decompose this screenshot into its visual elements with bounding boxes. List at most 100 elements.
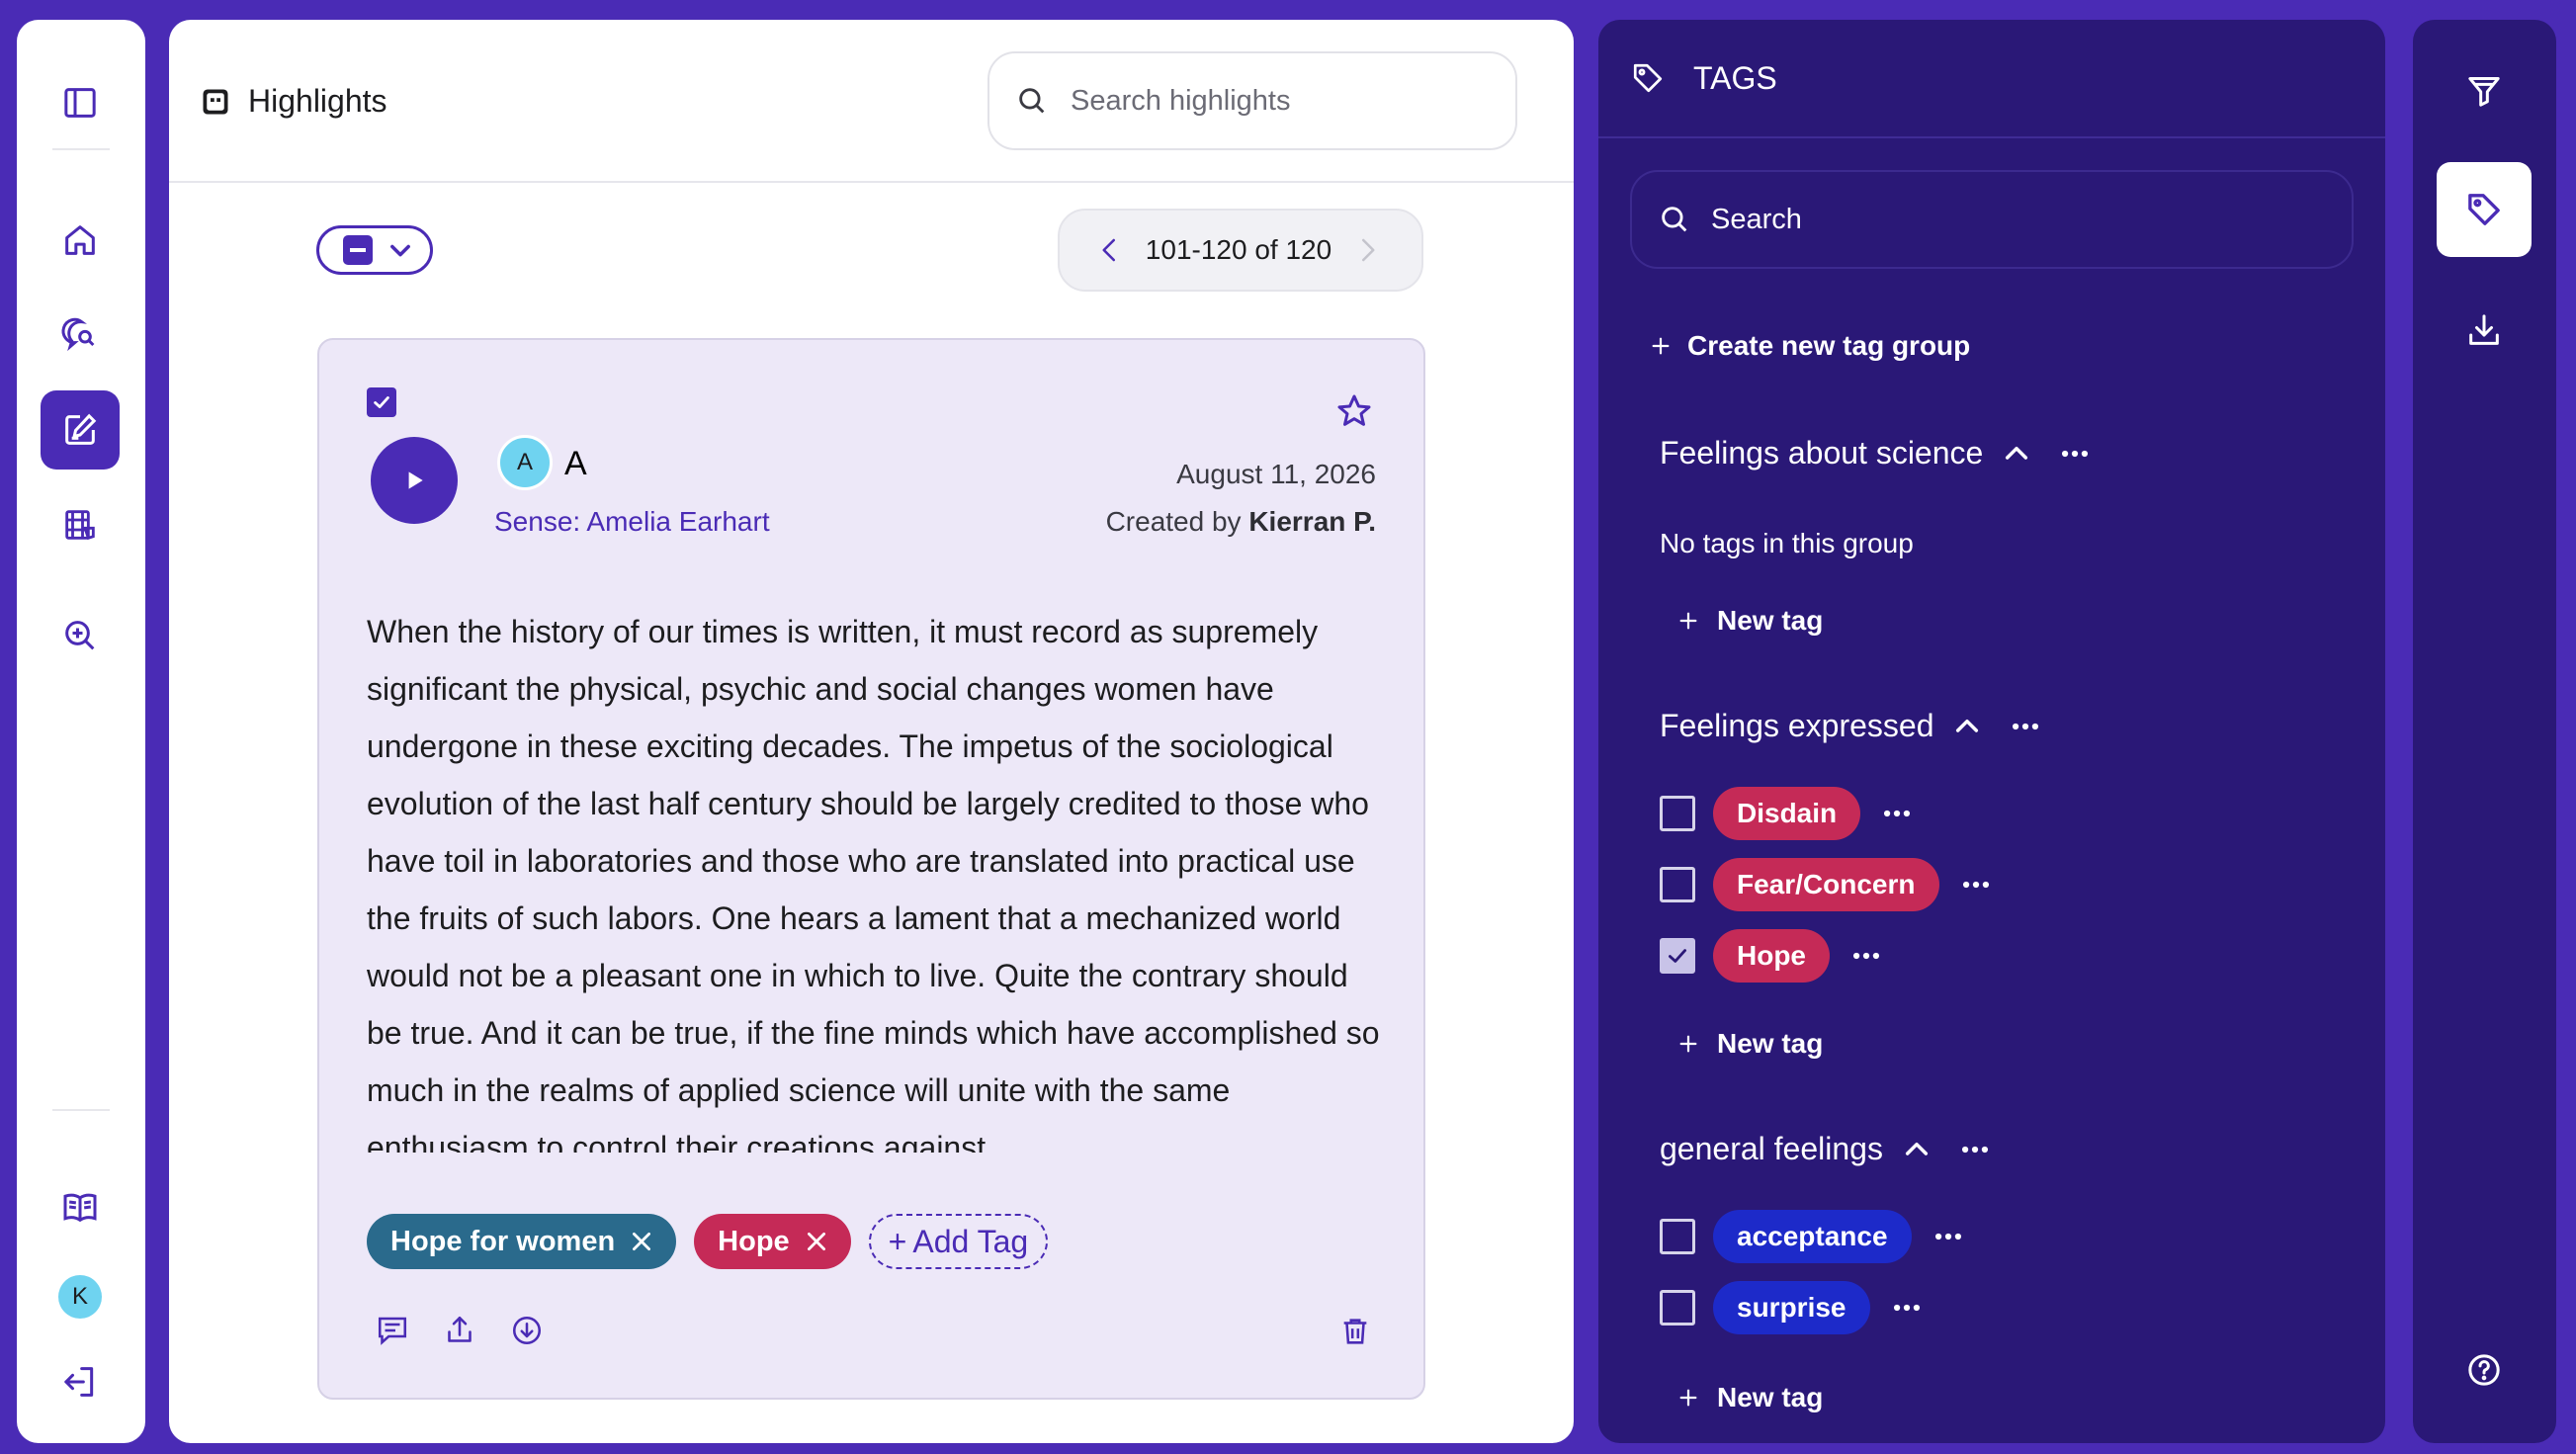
tag-chip[interactable]: Hope — [694, 1214, 851, 1269]
tag-checkbox[interactable] — [1660, 796, 1695, 831]
search-highlights-input[interactable] — [1071, 84, 1486, 118]
bulk-select-dropdown[interactable] — [316, 225, 433, 275]
add-tag-button[interactable]: + Add Tag — [868, 1214, 1049, 1269]
more-icon[interactable] — [1932, 1220, 1965, 1253]
tag-row: acceptance — [1660, 1210, 1965, 1263]
highlights-icon — [203, 89, 228, 114]
more-icon[interactable] — [1880, 797, 1914, 830]
tag-checkbox[interactable] — [1660, 1219, 1695, 1254]
tag-row: Fear/Concern — [1660, 858, 1993, 911]
chevron-down-icon — [390, 244, 410, 257]
tag-checkbox[interactable] — [1660, 1290, 1695, 1326]
tag-group-header[interactable]: Feelings about science — [1660, 435, 2092, 471]
tag-chip[interactable]: Hope for women — [367, 1214, 677, 1269]
page-title-text: Highlights — [248, 83, 387, 119]
sense-link[interactable]: Sense: Amelia Earhart — [494, 506, 770, 538]
highlight-checkbox[interactable] — [367, 387, 396, 417]
pagination-label: 101-120 of 120 — [1145, 234, 1332, 265]
more-icon[interactable] — [2009, 710, 2042, 743]
logout-icon — [64, 1367, 94, 1397]
add-tag-label: Add Tag — [912, 1223, 1029, 1259]
highlights-edit-icon — [65, 413, 97, 445]
more-icon[interactable] — [1849, 939, 1883, 973]
nav-divider — [52, 148, 110, 150]
chat-search-icon — [61, 317, 95, 352]
play-button[interactable] — [371, 437, 458, 524]
highlight-card: A A Sense: Amelia Earhart August 11, 202… — [317, 338, 1425, 1400]
search-highlights[interactable] — [987, 51, 1517, 150]
tags-search[interactable] — [1630, 170, 2354, 269]
create-tag-group-button[interactable]: Create new tag group — [1650, 330, 1970, 362]
tag-checkbox-checked[interactable] — [1660, 938, 1695, 974]
user-avatar[interactable]: K — [58, 1275, 102, 1319]
help-button[interactable] — [2437, 1323, 2532, 1417]
more-icon[interactable] — [1890, 1291, 1924, 1325]
tag-pill[interactable]: Fear/Concern — [1713, 858, 1939, 911]
created-by-prefix: Created by — [1105, 506, 1242, 537]
tag-group-header[interactable]: Feelings expressed — [1660, 708, 2042, 744]
nav-docs[interactable] — [41, 1167, 120, 1246]
zoom-in-icon — [65, 621, 95, 650]
more-icon[interactable] — [1959, 868, 1993, 901]
sidebar-toggle-button[interactable] — [41, 63, 120, 142]
tag-pill[interactable]: surprise — [1713, 1281, 1870, 1334]
tags-panel: TAGS Create new tag group Feelings about… — [1598, 20, 2385, 1443]
tags-button[interactable] — [2437, 162, 2532, 257]
home-icon — [65, 225, 95, 255]
tag-group-header[interactable]: general feelings — [1660, 1131, 1992, 1167]
trash-icon[interactable] — [1338, 1315, 1372, 1348]
comment-icon[interactable] — [375, 1313, 410, 1348]
export-button[interactable] — [2437, 283, 2532, 378]
help-icon — [2468, 1354, 2500, 1386]
nav-media[interactable] — [41, 485, 120, 564]
next-page-button[interactable] — [1352, 235, 1382, 265]
tag-checkbox[interactable] — [1660, 867, 1695, 902]
new-tag-button[interactable]: New tag — [1677, 1382, 1823, 1413]
star-icon[interactable] — [1334, 391, 1374, 431]
chevron-up-icon[interactable] — [2001, 438, 2032, 470]
plus-icon — [1679, 1035, 1697, 1053]
tag-group-name: Feelings about science — [1660, 435, 1984, 470]
tag-chip-label: Hope for women — [390, 1225, 616, 1257]
more-icon[interactable] — [1958, 1133, 1992, 1166]
share-icon[interactable] — [442, 1313, 477, 1348]
nav-home[interactable] — [41, 201, 120, 280]
created-by-name: Kierran P. — [1248, 506, 1376, 537]
tags-search-input[interactable] — [1711, 203, 2304, 236]
filter-button[interactable] — [2437, 43, 2532, 138]
nav-explore[interactable] — [41, 596, 120, 675]
create-tag-group-label: Create new tag group — [1687, 330, 1971, 361]
highlight-text: When the history of our times is written… — [367, 614, 1380, 1153]
page-title: Highlights — [201, 83, 387, 120]
main-header: Highlights — [169, 20, 1574, 183]
partial-select-checkbox[interactable] — [343, 235, 373, 265]
logout-button[interactable] — [41, 1342, 120, 1421]
card-actions — [375, 1313, 545, 1348]
chevron-up-icon[interactable] — [1901, 1134, 1932, 1165]
check-icon — [1669, 949, 1686, 963]
plus-icon — [1679, 1389, 1697, 1407]
close-icon[interactable] — [629, 1229, 654, 1254]
tag-pill[interactable]: acceptance — [1713, 1210, 1912, 1263]
tag-pill[interactable]: Disdain — [1713, 787, 1861, 840]
tag-row: Disdain — [1660, 787, 1914, 840]
plus-icon: + — [888, 1223, 907, 1259]
new-tag-button[interactable]: New tag — [1677, 605, 1823, 637]
close-icon[interactable] — [804, 1229, 829, 1254]
tags-title: TAGS — [1693, 59, 1777, 96]
chevron-up-icon[interactable] — [1951, 711, 1983, 742]
download-circle-icon[interactable] — [509, 1313, 545, 1348]
more-icon[interactable] — [2058, 437, 2092, 470]
tag-icon — [2468, 194, 2500, 225]
plus-icon — [1679, 612, 1697, 630]
prev-page-button[interactable] — [1095, 235, 1125, 265]
speaker-avatar: A — [497, 435, 553, 490]
left-nav: K — [17, 20, 145, 1443]
new-tag-label: New tag — [1717, 1028, 1824, 1059]
tag-pill[interactable]: Hope — [1713, 929, 1830, 983]
new-tag-button[interactable]: New tag — [1677, 1028, 1823, 1060]
new-tag-label: New tag — [1717, 605, 1824, 636]
film-tag-icon — [65, 510, 95, 541]
nav-highlights[interactable] — [41, 390, 120, 470]
nav-conversations[interactable] — [41, 296, 120, 375]
